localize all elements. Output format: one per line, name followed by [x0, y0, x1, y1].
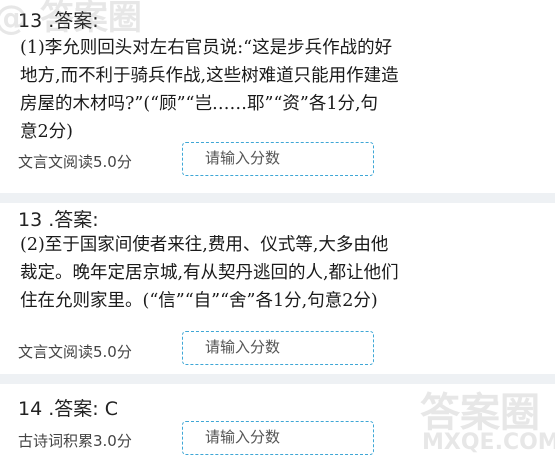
answer-text: (2)至于国家间使者来往,费用、仪式等,大多由他 裁定。晚年定居京城,有从契丹逃…: [20, 235, 399, 311]
answer-text: (1)李允则回头对左右官员说:“这是步兵作战的好 地方,而不利于骑兵作战,这些树…: [20, 38, 399, 142]
card-separator: [0, 193, 555, 203]
question-title: 13 .答案:: [18, 10, 99, 32]
card-separator: [0, 374, 555, 384]
score-input[interactable]: 请输入分数: [182, 331, 374, 365]
question-card-2: 13 .答案: (2)至于国家间使者来往,费用、仪式等,大多由他 裁定。晚年定居…: [0, 203, 555, 370]
score-input[interactable]: 请输入分数: [182, 421, 374, 455]
score-label: 文言文阅读5.0分: [18, 153, 132, 171]
question-card-1: 13 .答案: (1)李允则回头对左右官员说:“这是步兵作战的好 地方,而不利于…: [0, 0, 555, 183]
score-input[interactable]: 请输入分数: [182, 142, 374, 176]
score-label: 文言文阅读5.0分: [18, 343, 132, 361]
question-title: 13 .答案:: [18, 209, 99, 231]
score-label: 古诗词积累3.0分: [18, 432, 132, 450]
question-title: 14 .答案: C: [18, 398, 118, 420]
question-card-3: 14 .答案: C 古诗词积累3.0分 请输入分数: [0, 384, 555, 462]
